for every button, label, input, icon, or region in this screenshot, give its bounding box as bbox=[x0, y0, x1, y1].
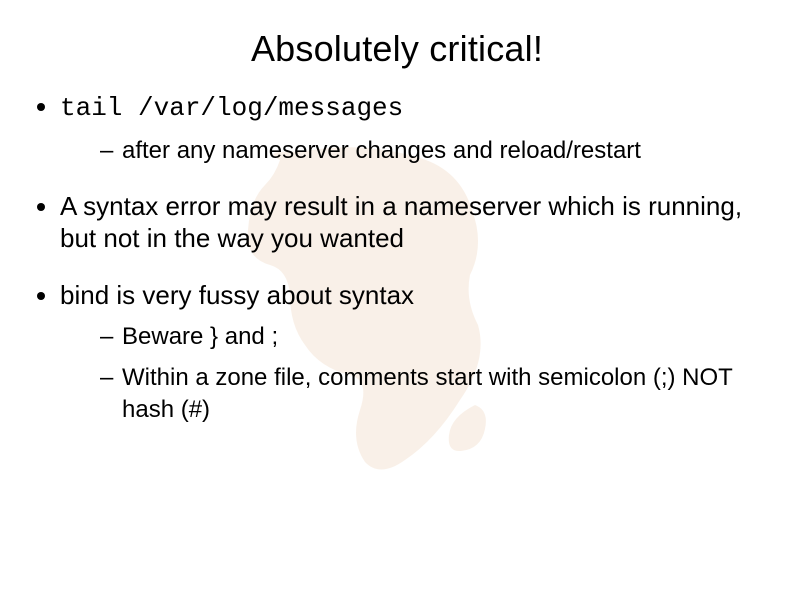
list-item-text: Beware } and ; bbox=[122, 323, 278, 350]
list-item: bind is very fussy about syntax Beware }… bbox=[60, 279, 774, 425]
list-item: after any nameserver changes and reload/… bbox=[100, 135, 774, 166]
list-item-text: Within a zone file, comments start with … bbox=[122, 364, 732, 422]
code-command: tail /var/log/messages bbox=[60, 93, 403, 123]
slide-content: Absolutely critical! tail /var/log/messa… bbox=[20, 28, 774, 425]
sublist: Beware } and ; Within a zone file, comme… bbox=[60, 321, 774, 425]
bullet-list: tail /var/log/messages after any nameser… bbox=[20, 90, 774, 425]
list-item: A syntax error may result in a nameserve… bbox=[60, 190, 774, 255]
slide-title: Absolutely critical! bbox=[20, 28, 774, 70]
slide: Absolutely critical! tail /var/log/messa… bbox=[0, 0, 794, 595]
list-item: Within a zone file, comments start with … bbox=[100, 362, 774, 424]
list-item: Beware } and ; bbox=[100, 321, 774, 352]
list-item-text: bind is very fussy about syntax bbox=[60, 280, 414, 310]
list-item-text: after any nameserver changes and reload/… bbox=[122, 137, 641, 164]
list-item: tail /var/log/messages after any nameser… bbox=[60, 90, 774, 166]
sublist: after any nameserver changes and reload/… bbox=[60, 135, 774, 166]
list-item-text: A syntax error may result in a nameserve… bbox=[60, 191, 742, 254]
